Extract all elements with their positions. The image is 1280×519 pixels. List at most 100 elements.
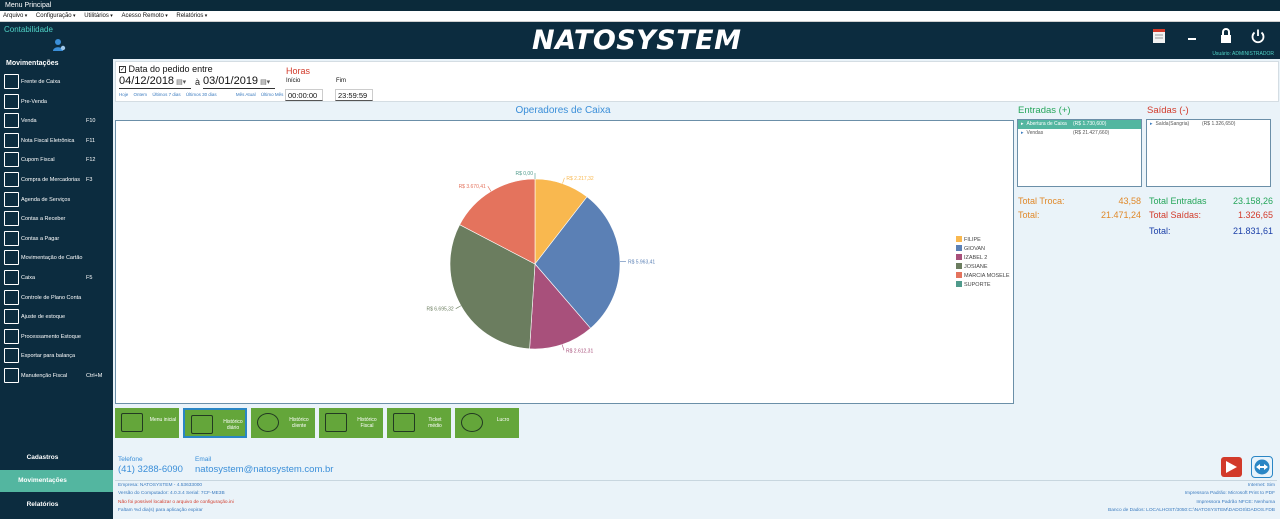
total-label: Total: bbox=[1018, 210, 1040, 220]
entradas-list[interactable]: ▸ Abertura de Caixa (R$ 1.730,600) ▸ Venda… bbox=[1017, 119, 1142, 187]
app-header: Contabilidade NATOSYSTEM Usuário: ADMINI… bbox=[0, 22, 1280, 59]
menu-item-icon bbox=[4, 348, 19, 364]
historico-cliente-button[interactable]: Histórico cliente bbox=[251, 408, 315, 438]
teamviewer-icon[interactable] bbox=[1251, 456, 1273, 478]
notepad-icon[interactable] bbox=[1150, 28, 1168, 46]
list-item[interactable]: ▸ Abertura de Caixa (R$ 1.730,600) bbox=[1018, 120, 1141, 129]
sidebar-item[interactable]: Venda F10 bbox=[4, 112, 112, 130]
expand-icon[interactable]: ▸ bbox=[1150, 121, 1153, 127]
sidebar-item-label: Caixa bbox=[21, 275, 36, 281]
sidebar-item[interactable]: Pre-Venda bbox=[4, 93, 112, 111]
saidas-list[interactable]: ▸ Saída(Sangria) (R$ 1.326,650) bbox=[1146, 119, 1271, 187]
historico-fiscal-button[interactable]: Histórico Fiscal bbox=[319, 408, 383, 438]
shortcut-30-dias[interactable]: Últimos 30 dias bbox=[186, 92, 217, 97]
slice-data-label: R$ 3.670,41 bbox=[459, 184, 486, 190]
menu-configuracao[interactable]: Configuração bbox=[36, 11, 76, 22]
sidebar-item[interactable]: Cupom Fiscal F12 bbox=[4, 151, 112, 169]
sidebar-relatorios[interactable]: Relatórios bbox=[0, 494, 113, 516]
sidebar-item-label: Controle de Plano Conta bbox=[21, 294, 82, 301]
shortcut-mes-atual[interactable]: Mês Atual bbox=[236, 92, 256, 97]
menu-relatorios[interactable]: Relatórios bbox=[176, 11, 207, 22]
shortcut-ontem[interactable]: Ontem bbox=[134, 92, 148, 97]
footer-versao: Versão do Computador: 4.0.3.4 Serial: 7C… bbox=[118, 491, 225, 496]
sidebar: Movimentações Frente de Caixa Pre-Venda Ve… bbox=[0, 59, 113, 519]
minimize-icon[interactable] bbox=[1183, 28, 1201, 46]
sidebar-item-label: Cupom Fiscal bbox=[21, 157, 55, 164]
total-saidas-value: 1.326,65 bbox=[1237, 210, 1273, 220]
expand-icon[interactable]: ▸ bbox=[1021, 130, 1024, 136]
expand-icon[interactable]: ▸ bbox=[1021, 121, 1024, 127]
footer-divider bbox=[115, 480, 1277, 481]
sidebar-item[interactable]: Caixa F5 bbox=[4, 269, 112, 287]
legend-swatch bbox=[956, 245, 962, 251]
menu-acesso-remoto[interactable]: Acesso Remoto bbox=[121, 11, 167, 22]
legend-swatch bbox=[956, 263, 962, 269]
hours-title: Horas bbox=[286, 66, 311, 76]
data-label-leader bbox=[487, 186, 492, 192]
sidebar-item[interactable]: Nota Fiscal Eletrônica F11 bbox=[4, 132, 112, 150]
end-time-input[interactable]: 23:59:59 bbox=[335, 89, 373, 101]
sidebar-item[interactable]: Contas a Pagar bbox=[4, 230, 112, 248]
date-to-field[interactable]: 03/01/2019 ▤▾ bbox=[203, 75, 275, 89]
receipt-icon bbox=[325, 413, 347, 432]
sidebar-item[interactable]: Frente de Caixa bbox=[4, 73, 112, 91]
shortcut-7-dias[interactable]: Últimos 7 dias bbox=[152, 92, 180, 97]
email-label: Email bbox=[195, 456, 212, 463]
menu-arquivo[interactable]: Arquivo bbox=[3, 11, 27, 22]
checkbox-mark[interactable]: ✓ bbox=[119, 66, 126, 74]
shortcut-ultimo-mes[interactable]: Último Mês bbox=[261, 92, 284, 97]
date-from-field[interactable]: 04/12/2018 ▤▾ bbox=[119, 75, 191, 89]
list-item[interactable]: ▸ Vendas (R$ 21.427,660) bbox=[1018, 129, 1141, 138]
sidebar-item-shortcut: F10 bbox=[86, 118, 96, 125]
date-filter-checkbox[interactable]: ✓ Data do pedido entre bbox=[119, 64, 213, 74]
phone-value: (41) 3288-6090 bbox=[118, 464, 183, 475]
menu-item-icon bbox=[4, 74, 19, 89]
sidebar-item[interactable]: Exportar para balança bbox=[4, 347, 112, 365]
sidebar-item[interactable]: Movimentação de Cartão bbox=[4, 249, 112, 267]
sidebar-item[interactable]: Controle de Plano Conta bbox=[4, 289, 112, 307]
user-config-icon[interactable] bbox=[52, 38, 66, 52]
power-icon[interactable] bbox=[1249, 28, 1267, 46]
button-label: Ticket médio bbox=[428, 417, 442, 429]
legend-entry: JOSIANE bbox=[964, 264, 988, 270]
total-troca-label: Total Troca: bbox=[1018, 196, 1065, 206]
calendar-dropdown-icon[interactable]: ▤▾ bbox=[176, 79, 186, 86]
list-item[interactable]: ▸ Saída(Sangria) (R$ 1.326,650) bbox=[1147, 120, 1270, 129]
start-time-input[interactable]: 00:00:00 bbox=[285, 89, 323, 101]
footer-internet: Internet: Sim bbox=[1247, 483, 1275, 488]
legend-entry: FILIPE bbox=[964, 237, 981, 243]
date-separator: à bbox=[195, 77, 201, 87]
menu-inicial-button[interactable]: Menu inicial bbox=[115, 408, 179, 438]
sidebar-item[interactable]: Compra de Mercadorias F3 bbox=[4, 171, 112, 189]
lock-icon[interactable] bbox=[1217, 28, 1235, 46]
calendar-dropdown-icon[interactable]: ▤▾ bbox=[260, 79, 270, 86]
data-label-leader bbox=[562, 177, 565, 184]
phone-label: Telefone bbox=[118, 456, 143, 463]
sidebar-movimentacoes[interactable]: Movimentações bbox=[0, 470, 113, 492]
sidebar-item-label: Nota Fiscal Eletrônica bbox=[21, 137, 75, 144]
ticket-medio-button[interactable]: Ticket médio bbox=[387, 408, 451, 438]
sidebar-item[interactable]: Contas a Receber bbox=[4, 210, 112, 228]
pie-chart: R$ 2.217,32 R$ 5.963,41 R$ 2.612,31 R$ 6.69… bbox=[426, 171, 1010, 354]
sidebar-item[interactable]: Processamento Estoque bbox=[4, 328, 112, 346]
lucro-button[interactable]: Lucro bbox=[455, 408, 519, 438]
sidebar-item[interactable]: Agenda de Serviços bbox=[4, 191, 112, 209]
menu-item-icon bbox=[4, 113, 19, 129]
menu-item-icon bbox=[4, 289, 19, 305]
sidebar-item-label: Contas a Pagar bbox=[21, 235, 60, 242]
date-from-value: 04/12/2018 bbox=[119, 75, 175, 87]
date-shortcuts: Hoje Ontem Últimos 7 dias Últimos 30 dia… bbox=[119, 92, 287, 97]
total-troca-value: 43,58 bbox=[1118, 196, 1141, 206]
entrada-value: (R$ 21.427,660) bbox=[1073, 130, 1110, 136]
email-value[interactable]: natosystem@natosystem.com.br bbox=[195, 464, 333, 475]
sidebar-item-label: Ajuste de estoque bbox=[21, 314, 66, 321]
menu-utilitarios[interactable]: Utilitários bbox=[84, 11, 113, 22]
sidebar-item[interactable]: Manutenção Fiscal Ctrl+M bbox=[4, 367, 112, 385]
sidebar-cadastros[interactable]: Cadastros bbox=[0, 447, 113, 469]
shortcut-hoje[interactable]: Hoje bbox=[119, 92, 128, 97]
historico-diario-button[interactable]: Histórico diário bbox=[183, 408, 247, 438]
remote-support-icon[interactable] bbox=[1221, 457, 1242, 477]
legend-entry: MARCIA MOSELE bbox=[964, 273, 1010, 279]
sidebar-item[interactable]: Ajuste de estoque bbox=[4, 308, 112, 326]
menu-item-icon bbox=[4, 270, 19, 285]
